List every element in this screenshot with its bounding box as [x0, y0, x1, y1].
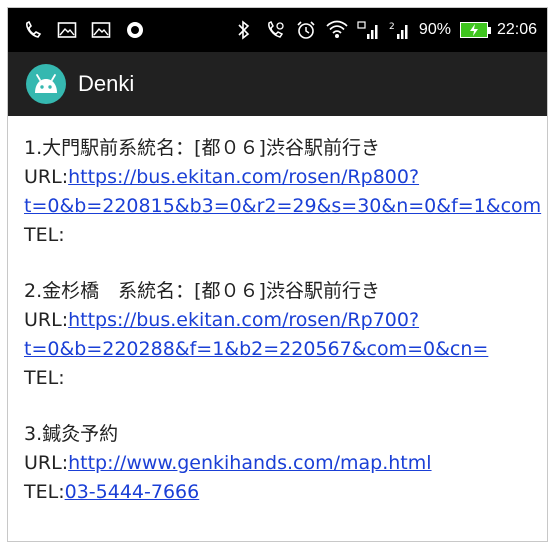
android-logo-icon — [26, 64, 66, 104]
tel-label: TEL: — [24, 481, 65, 503]
url-line-continued: t=0&b=220288&f=1&b2=220567&com=0&cn= — [24, 335, 547, 364]
battery-charging-icon — [459, 22, 491, 38]
tel-line: TEL:03-5444-7666 — [24, 478, 547, 507]
entry-title: 1.大門駅前系統名：[都０６]渋谷駅前行き — [24, 137, 380, 159]
clock: 22:06 — [496, 21, 537, 38]
tel-line: TEL: — [24, 364, 547, 393]
svg-text:2: 2 — [389, 22, 395, 32]
url-link-continued[interactable]: t=0&b=220288&f=1&b2=220567&com=0&cn= — [24, 338, 488, 360]
record-icon — [124, 19, 146, 41]
tel-link[interactable]: 03-5444-7666 — [65, 481, 200, 503]
url-label: URL: — [24, 452, 69, 474]
url-label: URL: — [24, 166, 69, 188]
battery-percent: 90% — [418, 21, 451, 38]
url-link-continued[interactable]: t=0&b=220815&b3=0&r2=29&s=30&n=0&f=1&com — [24, 195, 541, 217]
url-link[interactable]: http://www.genkihands.com/map.html — [68, 452, 431, 474]
entry-title: 2.金杉橋 系統名：[都０６]渋谷駅前行き — [24, 280, 380, 302]
app-bar: Denki — [8, 52, 547, 116]
phone-icon — [22, 19, 44, 41]
phone-screen: 2 90% 22:06 Denki 1.大門駅前系統名：[都０６]渋谷駅前行き … — [7, 7, 548, 542]
image-icon — [56, 19, 78, 41]
url-line: URL:https://bus.ekitan.com/rosen/Rp800? — [24, 163, 547, 192]
list-item: 3.鍼灸予約 URL:http://www.genkihands.com/map… — [24, 420, 547, 507]
status-bar: 2 90% 22:06 — [8, 8, 547, 52]
image-icon — [90, 19, 112, 41]
bluetooth-icon — [233, 19, 255, 41]
signal-icon — [357, 19, 379, 41]
tel-line: TEL: — [24, 221, 547, 250]
alarm-icon — [295, 19, 317, 41]
entry-title: 3.鍼灸予約 — [24, 423, 119, 445]
tel-label: TEL: — [24, 224, 65, 246]
tel-label: TEL: — [24, 367, 65, 389]
url-link[interactable]: https://bus.ekitan.com/rosen/Rp700? — [68, 309, 419, 331]
url-line: URL:https://bus.ekitan.com/rosen/Rp700? — [24, 306, 547, 335]
url-link[interactable]: https://bus.ekitan.com/rosen/Rp800? — [68, 166, 419, 188]
signal-icon: 2 — [388, 19, 410, 41]
app-title: Denki — [78, 71, 135, 96]
url-label: URL: — [24, 309, 69, 331]
list-item: 1.大門駅前系統名：[都０６]渋谷駅前行き URL:https://bus.ek… — [24, 134, 547, 250]
wifi-icon — [326, 19, 348, 41]
list-item: 2.金杉橋 系統名：[都０６]渋谷駅前行き URL:https://bus.ek… — [24, 277, 547, 393]
entry-list: 1.大門駅前系統名：[都０６]渋谷駅前行き URL:https://bus.ek… — [8, 116, 547, 507]
vibrate-icon — [264, 19, 286, 41]
url-line-continued: t=0&b=220815&b3=0&r2=29&s=30&n=0&f=1&com — [24, 192, 547, 221]
url-line: URL:http://www.genkihands.com/map.html — [24, 449, 547, 478]
